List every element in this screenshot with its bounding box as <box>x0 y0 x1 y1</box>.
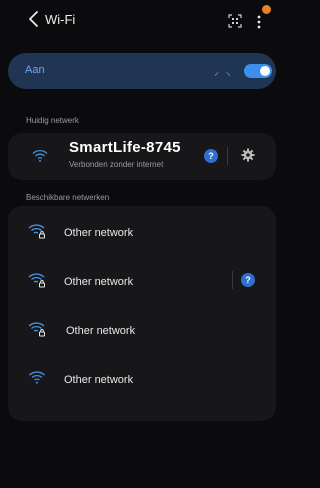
network-list-item[interactable]: Other network ? <box>8 258 276 308</box>
qr-scan-icon[interactable] <box>228 14 242 28</box>
network-name: Other network <box>66 325 136 337</box>
page-title: Wi-Fi <box>45 12 76 27</box>
help-icon[interactable]: ? <box>241 273 255 287</box>
help-icon[interactable]: ? <box>204 149 218 163</box>
wifi-toggle-switch[interactable] <box>244 64 272 78</box>
available-networks-heading: Beschikbare netwerken <box>26 193 110 202</box>
network-name: Other network <box>64 374 134 386</box>
scanning-indicator-icon: ⸝ ⸜ <box>214 67 233 78</box>
row-divider <box>232 271 233 289</box>
current-network-row[interactable]: SmartLife-8745 Verbonden zonder internet… <box>8 133 276 180</box>
network-list-item[interactable]: Other network <box>8 307 276 357</box>
app-header: Wi-Fi <box>0 0 274 42</box>
wifi-icon <box>29 371 45 384</box>
more-vertical-icon[interactable] <box>252 14 266 30</box>
wifi-lock-icon <box>28 273 45 288</box>
chevron-left-icon[interactable] <box>26 9 42 29</box>
available-networks-list: Other network Other network ? Other netw… <box>8 206 276 421</box>
wifi-toggle-row[interactable]: Aan ⸝ ⸜ <box>8 53 276 89</box>
network-name: Other network <box>64 227 134 239</box>
wifi-icon <box>32 149 48 162</box>
notification-badge <box>262 5 271 14</box>
row-divider <box>227 147 228 165</box>
current-network-status: Verbonden zonder internet <box>69 160 164 169</box>
wifi-toggle-label: Aan <box>25 64 45 76</box>
gear-icon[interactable] <box>241 148 255 162</box>
network-name: Other network <box>64 276 134 288</box>
current-network-name: SmartLife-8745 <box>69 139 181 156</box>
wifi-lock-icon <box>28 322 45 337</box>
network-list-item[interactable]: Other network <box>8 209 276 259</box>
network-list-item[interactable]: Other network <box>8 356 276 406</box>
wifi-lock-icon <box>28 224 45 239</box>
toggle-knob <box>260 66 270 76</box>
current-network-heading: Huidig netwerk <box>26 116 79 125</box>
